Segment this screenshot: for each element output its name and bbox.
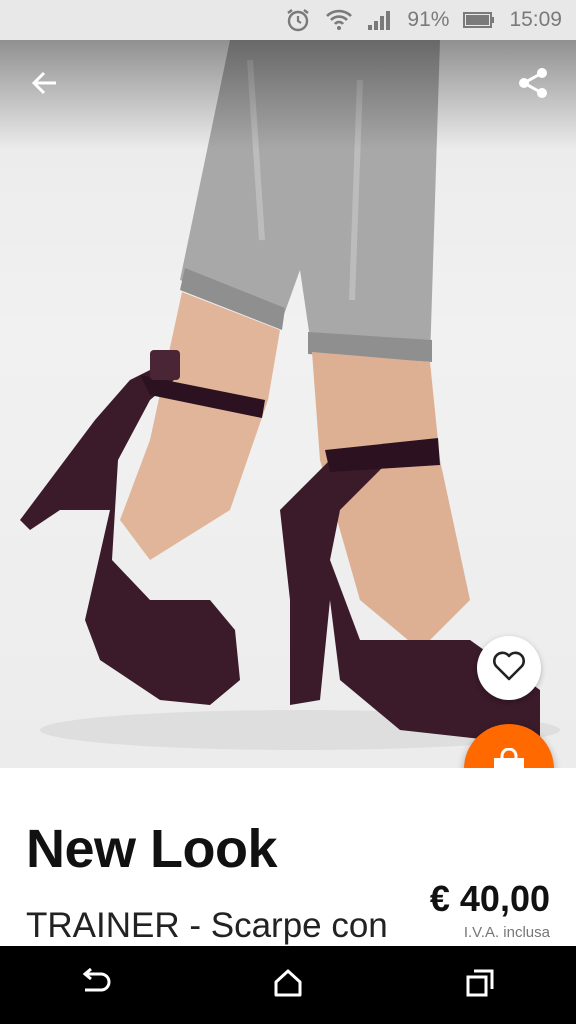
back-button[interactable] <box>22 62 68 108</box>
battery-percent: 91% <box>407 8 450 31</box>
heart-icon <box>492 651 526 686</box>
alarm-icon <box>285 7 311 33</box>
navigation-bar <box>0 946 576 1024</box>
product-name: TRAINER - Scarpe con <box>26 906 388 945</box>
arrow-left-icon <box>30 68 60 103</box>
wifi-icon <box>325 7 353 33</box>
share-button[interactable] <box>510 62 556 108</box>
header-scrim <box>0 40 576 150</box>
signal-icon <box>367 9 393 31</box>
wishlist-button[interactable] <box>477 636 541 700</box>
back-icon <box>79 967 113 1003</box>
brand-name: New Look <box>26 819 278 879</box>
recents-icon <box>465 968 495 1003</box>
share-icon <box>517 67 549 104</box>
nav-home-button[interactable] <box>258 955 318 1015</box>
home-icon <box>273 968 303 1003</box>
nav-back-button[interactable] <box>66 955 126 1015</box>
vat-note: I.V.A. inclusa <box>463 924 550 941</box>
product-price: € 40,00 <box>429 878 550 919</box>
nav-recents-button[interactable] <box>450 955 510 1015</box>
clock: 15:09 <box>509 8 562 31</box>
status-bar: 91% 15:09 <box>0 0 576 40</box>
battery-icon <box>463 11 495 29</box>
product-info: New Look € 40,00 I.V.A. inclusa TRAINER … <box>0 768 576 948</box>
